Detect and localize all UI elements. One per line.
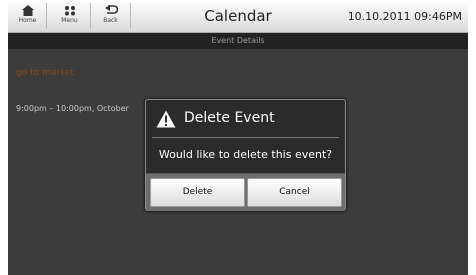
event-details-header: Event Details [8, 33, 468, 49]
app-window: Home Menu Back Calendar 10.10.2011 09:46… [8, 0, 468, 275]
back-label: Back [103, 17, 118, 24]
datetime-display: 10.10.2011 09:46PM [347, 10, 462, 23]
dialog-title: Delete Event [184, 110, 275, 126]
dialog-header: Delete Event [146, 100, 345, 136]
menu-icon [64, 6, 75, 16]
menu-label: Menu [61, 17, 78, 24]
menu-button[interactable]: Menu [54, 2, 85, 30]
warning-icon [156, 110, 176, 128]
delete-event-dialog: Delete Event Would like to delete this e… [145, 99, 346, 211]
event-title: go to market [16, 68, 74, 78]
back-button[interactable]: Back [95, 2, 126, 30]
dialog-divider [152, 137, 339, 138]
home-button[interactable]: Home [12, 2, 43, 30]
delete-button[interactable]: Delete [150, 178, 245, 207]
page-title: Calendar [204, 7, 272, 25]
event-time: 9:00pm – 10:00pm, October [16, 104, 129, 113]
dialog-button-bar: Delete Cancel [146, 173, 345, 211]
home-label: Home [18, 17, 37, 24]
home-icon [21, 5, 34, 16]
back-arrow-icon [104, 5, 118, 14]
dialog-message: Would like to delete this event? [158, 148, 333, 161]
cancel-button[interactable]: Cancel [247, 178, 342, 207]
divider [90, 3, 91, 29]
divider [46, 3, 47, 29]
top-bar: Home Menu Back Calendar 10.10.2011 09:46… [8, 0, 468, 33]
divider [130, 3, 131, 29]
